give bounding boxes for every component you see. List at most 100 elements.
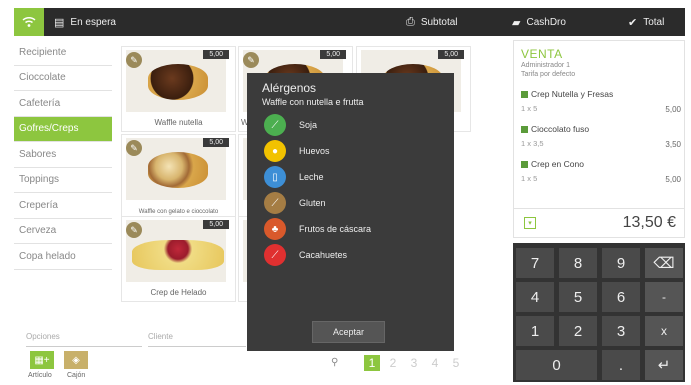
sidebar-item[interactable]: Cioccolate [14, 66, 112, 91]
backspace-key[interactable]: ⌫ [645, 248, 683, 278]
item-price: 3,50 [665, 140, 681, 149]
soy-icon: ⟋ [264, 114, 286, 136]
item-square-icon [521, 125, 528, 133]
waiting-button[interactable]: ▤ En espera [54, 8, 116, 36]
key-1[interactable]: 1 [516, 316, 554, 346]
sidebar-item[interactable]: Cerveza [14, 219, 112, 244]
cash-drawer-icon: ▰ [512, 16, 521, 29]
drawer-button[interactable]: ◈ [64, 351, 88, 369]
product-price: 5,00 [203, 220, 229, 229]
page-3-button[interactable]: 3 [406, 355, 422, 371]
numeric-keypad: 7 8 9 ⌫ 4 5 6- 1 2 3 x 0. ↵ [513, 243, 685, 382]
top-bar: ▤ En espera ⎙ Subtotal ▰ CashDro ✔ Total [14, 8, 685, 36]
page-5-button[interactable]: 5 [448, 355, 464, 371]
wifi-icon[interactable] [14, 8, 44, 36]
ticket-title: VENTA [521, 47, 563, 61]
sidebar-item[interactable]: Crepería [14, 193, 112, 219]
sidebar-item[interactable]: Recipiente [14, 40, 112, 66]
key-2[interactable]: 2 [559, 316, 597, 346]
key-3[interactable]: 3 [602, 316, 640, 346]
minus-key[interactable]: - [645, 282, 683, 312]
drawer-icon: ◈ [72, 354, 80, 366]
item-qty: 1 x 5 [521, 104, 538, 113]
allergen-row: ⟋ Gluten [264, 192, 326, 214]
drawer-label: Cajón [67, 372, 86, 379]
search-icon[interactable]: ⚲ [331, 357, 338, 368]
key-0[interactable]: 0 [516, 350, 597, 380]
product-price: 5,00 [203, 138, 229, 147]
key-6[interactable]: 6 [602, 282, 640, 312]
allergen-row: ● Huevos [264, 140, 330, 162]
sidebar-item[interactable]: Toppings [14, 168, 112, 193]
add-article-button[interactable]: ▦+ [30, 351, 54, 369]
ticket-panel: VENTA Administrador 1 Tarifa por defecto… [513, 40, 685, 238]
modal-title: Alérgenos [262, 81, 317, 95]
pencil-icon[interactable]: ✎ [126, 140, 142, 156]
item-name: Crep en Cono [531, 159, 584, 169]
category-sidebar: Recipiente Cioccolate Cafetería Gofres/Crep… [14, 40, 112, 270]
allergen-row: ♣ Frutos de cáscara [264, 218, 371, 240]
item-name: Cioccolato fuso [531, 124, 590, 134]
key-5[interactable]: 5 [559, 282, 597, 312]
key-4[interactable]: 4 [516, 282, 554, 312]
options-label: Opciones [26, 332, 60, 341]
ticket-total: 13,50 € [622, 214, 676, 231]
modal-subtitle: Waffle con nutella e frutta [262, 97, 364, 107]
egg-icon: ● [264, 140, 286, 162]
ticket-line[interactable]: Cioccolato fuso 1 x 3,5 3,50 [521, 124, 681, 149]
product-name: Waffle con gelato e cioccolato [138, 209, 219, 215]
product-card[interactable]: ✎ 5,00 Waffle nutella [121, 46, 236, 132]
product-price: 5,00 [438, 50, 464, 59]
ticket-user: Administrador 1 [521, 62, 571, 69]
milk-icon: ▯ [264, 166, 286, 188]
page-2-button[interactable]: 2 [385, 355, 401, 371]
accept-button[interactable]: Aceptar [312, 321, 385, 343]
key-7[interactable]: 7 [516, 248, 554, 278]
product-price: 5,00 [203, 50, 229, 59]
page-1-button[interactable]: 1 [364, 355, 380, 371]
item-name: Crep Nutella y Fresas [531, 89, 614, 99]
allergen-label: Frutos de cáscara [299, 224, 372, 234]
item-qty: 1 x 5 [521, 174, 538, 183]
product-card[interactable]: ✎ 5,00 Crep de Helado [121, 216, 236, 302]
allergen-row: ▯ Leche [264, 166, 324, 188]
item-price: 5,00 [665, 105, 681, 114]
pencil-icon[interactable]: ✎ [243, 52, 259, 68]
product-card[interactable]: ✎ 5,00 Waffle con gelato e cioccolato [121, 134, 236, 220]
chevron-down-icon[interactable]: ▾ [524, 217, 536, 229]
sidebar-item[interactable]: Sabores [14, 142, 112, 168]
allergen-label: Cacahuetes [299, 250, 348, 260]
sidebar-item[interactable]: Cafetería [14, 91, 112, 117]
client-label: Cliente [148, 332, 173, 341]
decimal-key[interactable]: . [602, 350, 640, 380]
subtotal-label: Subtotal [420, 16, 458, 28]
total-label: Total [643, 16, 665, 28]
nut-icon: ♣ [264, 218, 286, 240]
product-name: Crep de Helado [150, 288, 207, 297]
total-button[interactable]: ✔ Total [628, 8, 664, 36]
sidebar-item[interactable]: Copa helado [14, 244, 112, 270]
cashdro-button[interactable]: ▰ CashDro [512, 8, 566, 36]
article-label: Artículo [28, 372, 52, 379]
ticket-line[interactable]: Crep Nutella y Fresas 1 x 5 5,00 [521, 89, 681, 114]
product-price: 5,00 [320, 50, 346, 59]
item-square-icon [521, 90, 528, 98]
product-name: Waffle nutella [154, 118, 203, 127]
enter-key[interactable]: ↵ [645, 350, 683, 380]
item-qty: 1 x 3,5 [521, 139, 544, 148]
page-4-button[interactable]: 4 [427, 355, 443, 371]
item-price: 5,00 [665, 175, 681, 184]
sidebar-item[interactable]: Gofres/Creps [14, 116, 112, 142]
subtotal-button[interactable]: ⎙ Subtotal [406, 8, 458, 36]
pencil-icon[interactable]: ✎ [126, 52, 142, 68]
key-8[interactable]: 8 [559, 248, 597, 278]
allergen-row: ⟋ Soja [264, 114, 317, 136]
allergen-label: Huevos [299, 146, 330, 156]
key-9[interactable]: 9 [602, 248, 640, 278]
pencil-icon[interactable]: ✎ [126, 222, 142, 238]
ticket-line[interactable]: Crep en Cono 1 x 5 5,00 [521, 159, 681, 184]
allergen-label: Soja [299, 120, 318, 130]
add-icon: ▦+ [34, 354, 50, 366]
waiting-label: En espera [70, 16, 116, 28]
multiply-key[interactable]: x [645, 316, 683, 346]
